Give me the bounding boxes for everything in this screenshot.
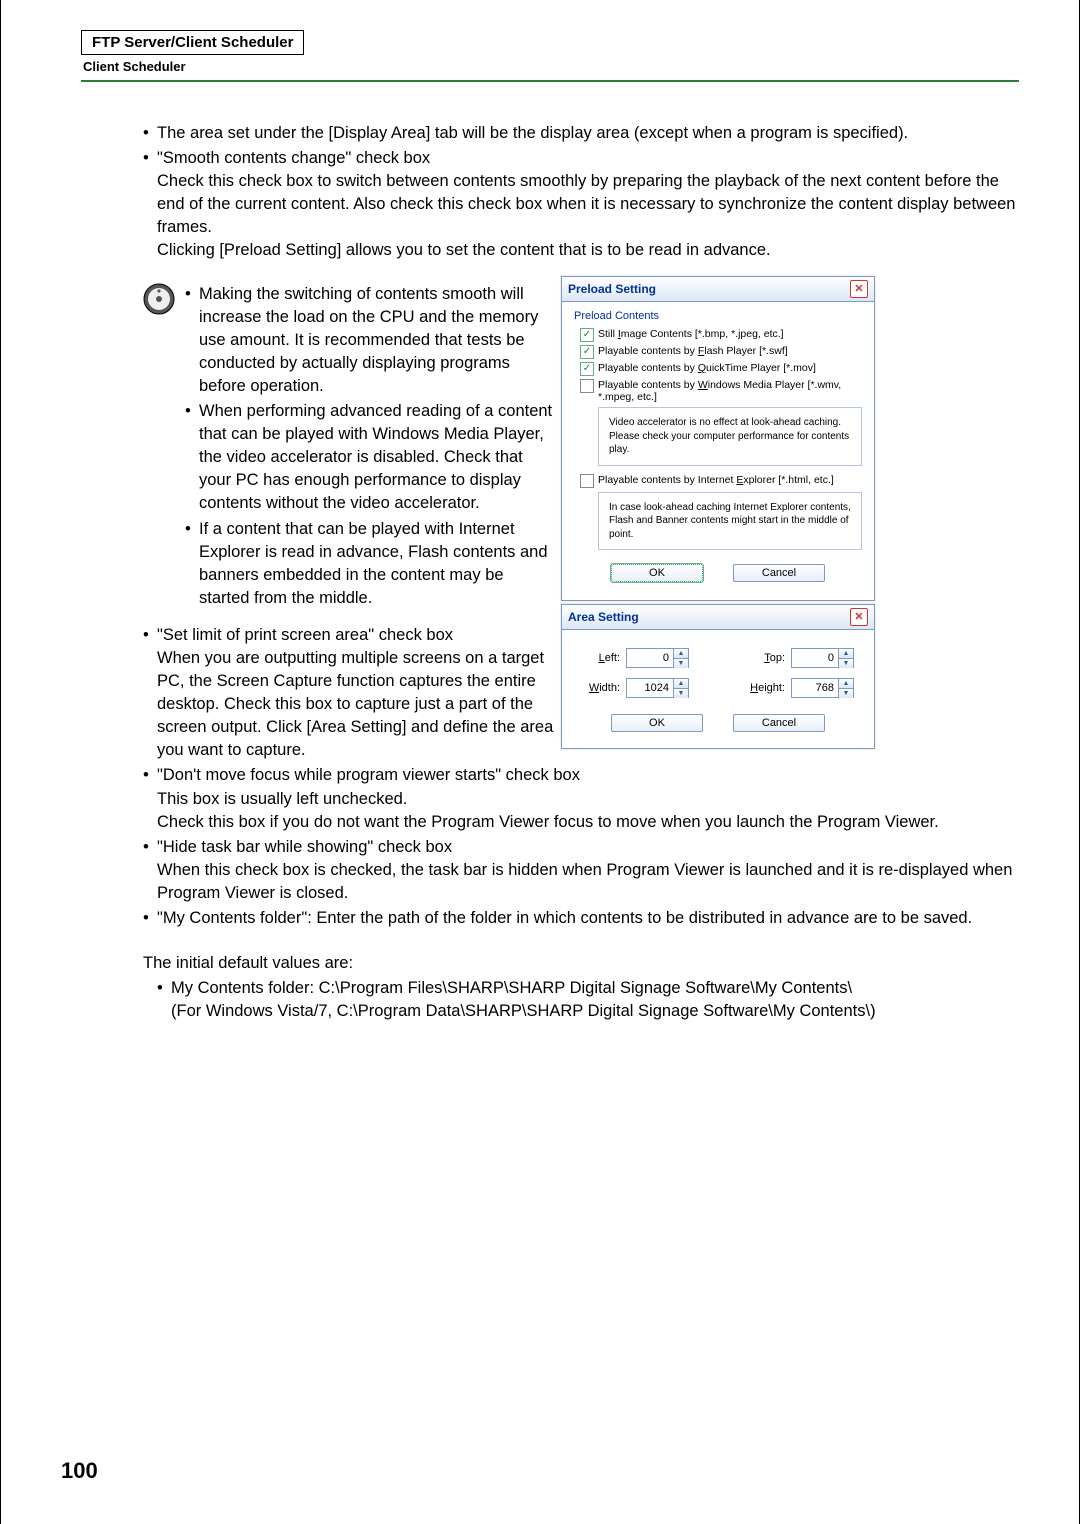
close-icon[interactable]: ✕ bbox=[850, 608, 868, 626]
width-spinner[interactable]: 1024 ▲▼ bbox=[626, 678, 689, 698]
spin-down-icon[interactable]: ▼ bbox=[674, 689, 688, 698]
height-value: 768 bbox=[792, 682, 838, 694]
bullet-smooth-contents: "Smooth contents change" check box Check… bbox=[143, 147, 1019, 262]
width-value: 1024 bbox=[627, 682, 673, 694]
bullet-smooth-title: "Smooth contents change" check box bbox=[157, 149, 430, 167]
top-label: Top: bbox=[747, 652, 785, 664]
bullet-dont-move-focus: "Don't move focus while program viewer s… bbox=[143, 764, 1019, 833]
checkbox-ie[interactable]: ✓ bbox=[580, 474, 594, 488]
checkbox-still-image[interactable]: ✓ bbox=[580, 328, 594, 342]
chk-label-4: Playable contents by Windows Media Playe… bbox=[598, 379, 862, 403]
area-setting-dialog: Area Setting ✕ Left: 0 ▲▼ Top: 0 ▲▼ bbox=[561, 604, 875, 749]
info-wmp: Video accelerator is no effect at look-a… bbox=[598, 407, 862, 466]
header-title-box: FTP Server/Client Scheduler bbox=[81, 30, 304, 55]
ok-button[interactable]: OK bbox=[611, 714, 703, 732]
chk-label-5: Playable contents by Internet Explorer [… bbox=[598, 474, 834, 486]
left-label: Left: bbox=[582, 652, 620, 664]
width-label: Width: bbox=[582, 682, 620, 694]
cancel-button[interactable]: Cancel bbox=[733, 564, 825, 582]
default-1: My Contents folder: C:\Program Files\SHA… bbox=[157, 977, 1019, 1023]
cancel-button[interactable]: Cancel bbox=[733, 714, 825, 732]
spin-up-icon[interactable]: ▲ bbox=[674, 649, 688, 659]
bullet-print-title: "Set limit of print screen area" check b… bbox=[157, 626, 453, 644]
left-spinner[interactable]: 0 ▲▼ bbox=[626, 648, 689, 668]
spin-down-icon[interactable]: ▼ bbox=[839, 689, 853, 698]
close-icon[interactable]: ✕ bbox=[850, 280, 868, 298]
spin-up-icon[interactable]: ▲ bbox=[839, 679, 853, 689]
checkbox-flash[interactable]: ✓ bbox=[580, 345, 594, 359]
header-subtitle: Client Scheduler bbox=[83, 59, 1019, 74]
height-spinner[interactable]: 768 ▲▼ bbox=[791, 678, 854, 698]
left-value: 0 bbox=[627, 652, 673, 664]
area-dialog-title: Area Setting bbox=[568, 610, 639, 624]
note-bullets: Making the switching of contents smooth … bbox=[185, 283, 555, 610]
bullet-hide-taskbar: "Hide task bar while showing" check box … bbox=[143, 836, 1019, 905]
defaults-intro: The initial default values are: bbox=[143, 952, 1019, 975]
checkbox-quicktime[interactable]: ✓ bbox=[580, 362, 594, 376]
info-ie: In case look-ahead caching Internet Expl… bbox=[598, 492, 862, 551]
spin-up-icon[interactable]: ▲ bbox=[839, 649, 853, 659]
bullet-smooth-p1: Check this check box to switch between c… bbox=[157, 172, 1015, 236]
preload-dialog-title: Preload Setting bbox=[568, 282, 656, 296]
defaults-list: My Contents folder: C:\Program Files\SHA… bbox=[157, 977, 1019, 1023]
bullet-hide-title: "Hide task bar while showing" check box bbox=[157, 838, 452, 856]
spin-up-icon[interactable]: ▲ bbox=[674, 679, 688, 689]
header-title: FTP Server/Client Scheduler bbox=[92, 34, 293, 51]
chk-label-1: Still Image Contents [*.bmp, *.jpeg, etc… bbox=[598, 328, 784, 340]
spin-down-icon[interactable]: ▼ bbox=[674, 659, 688, 668]
bullet-focus-l2: Check this box if you do not want the Pr… bbox=[157, 813, 939, 831]
top-spinner[interactable]: 0 ▲▼ bbox=[791, 648, 854, 668]
page-number: 100 bbox=[61, 1458, 98, 1484]
bullet-focus-title: "Don't move focus while program viewer s… bbox=[157, 766, 580, 784]
preload-setting-dialog: Preload Setting ✕ Preload Contents ✓ Stil… bbox=[561, 276, 875, 601]
bullet-mycontents: "My Contents folder": Enter the path of … bbox=[143, 907, 1019, 930]
bullet-print-body: When you are outputting multiple screens… bbox=[157, 647, 562, 762]
chk-label-2: Playable contents by Flash Player [*.swf… bbox=[598, 345, 788, 357]
bullet-hide-body: When this check box is checked, the task… bbox=[157, 861, 1012, 902]
chk-label-3: Playable contents by QuickTime Player [*… bbox=[598, 362, 816, 374]
top-bullets: The area set under the [Display Area] ta… bbox=[143, 122, 1019, 263]
checkbox-wmp[interactable]: ✓ bbox=[580, 379, 594, 393]
height-label: Height: bbox=[747, 682, 785, 694]
note-1: Making the switching of contents smooth … bbox=[185, 283, 555, 398]
header-divider bbox=[81, 80, 1019, 82]
bullet-smooth-p2: Clicking [Preload Setting] allows you to… bbox=[157, 241, 771, 259]
note-3: If a content that can be played with Int… bbox=[185, 518, 555, 610]
preload-group-title: Preload Contents bbox=[574, 310, 862, 322]
bullet-focus-l1: This box is usually left unchecked. bbox=[157, 790, 407, 808]
note-2: When performing advanced reading of a co… bbox=[185, 400, 555, 515]
spin-down-icon[interactable]: ▼ bbox=[839, 659, 853, 668]
ok-button[interactable]: OK bbox=[611, 564, 703, 582]
top-value: 0 bbox=[792, 652, 838, 664]
bullet-display-area: The area set under the [Display Area] ta… bbox=[143, 122, 1019, 145]
note-icon bbox=[143, 283, 175, 315]
